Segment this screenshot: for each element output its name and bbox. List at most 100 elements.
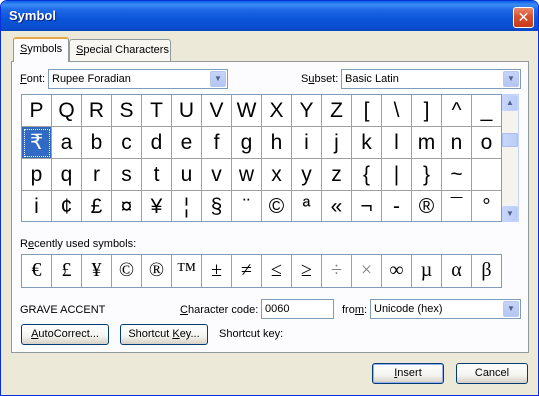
symbol-cell[interactable]: o: [472, 127, 501, 159]
symbol-cell[interactable]: °: [472, 191, 501, 221]
recent-symbol-cell[interactable]: α: [442, 255, 472, 287]
symbol-cell[interactable]: ¨: [232, 191, 262, 221]
recent-symbol-cell[interactable]: β: [472, 255, 501, 287]
recent-symbol-cell[interactable]: ™: [172, 255, 202, 287]
symbol-grid-scrollbar[interactable]: ▲ ▼: [502, 94, 519, 222]
symbol-cell[interactable]: ª: [292, 191, 322, 221]
symbol-cell[interactable]: £: [82, 191, 112, 221]
symbol-cell[interactable]: ©: [262, 191, 292, 221]
symbol-cell[interactable]: w: [232, 159, 262, 191]
symbol-cell[interactable]: }: [412, 159, 442, 191]
chevron-down-icon[interactable]: ▼: [210, 71, 226, 87]
symbol-cell[interactable]: ¯: [442, 191, 472, 221]
symbol-cell[interactable]: Q: [52, 95, 82, 127]
symbol-cell[interactable]: _: [472, 95, 501, 127]
cancel-button[interactable]: Cancel: [456, 363, 528, 384]
symbol-cell[interactable]: e: [172, 127, 202, 159]
symbol-cell[interactable]: q: [52, 159, 82, 191]
symbol-cell[interactable]: p: [22, 159, 52, 191]
scroll-thumb[interactable]: [502, 133, 518, 147]
recent-symbol-cell[interactable]: ∞: [382, 255, 412, 287]
recent-symbol-cell[interactable]: ≤: [262, 255, 292, 287]
tab-symbols[interactable]: Symbols: [13, 37, 69, 62]
symbol-cell[interactable]: l: [382, 127, 412, 159]
recent-symbols-row[interactable]: € £ ¥ © ® ™ ± ≠ ≤ ≥ ÷ × ∞ µ α β: [21, 254, 502, 288]
recent-symbol-cell[interactable]: ×: [352, 255, 382, 287]
symbol-cell[interactable]: §: [202, 191, 232, 221]
scroll-up-icon[interactable]: ▲: [502, 95, 518, 111]
symbol-cell[interactable]: b: [82, 127, 112, 159]
font-select[interactable]: Rupee Foradian ▼: [48, 69, 228, 89]
symbol-cell[interactable]: T: [142, 95, 172, 127]
symbol-cell[interactable]: j: [322, 127, 352, 159]
symbol-cell[interactable]: «: [322, 191, 352, 221]
recent-symbol-cell[interactable]: ©: [112, 255, 142, 287]
symbol-cell[interactable]: ¥: [142, 191, 172, 221]
symbol-cell[interactable]: t: [142, 159, 172, 191]
symbol-cell[interactable]: Z: [322, 95, 352, 127]
symbol-cell[interactable]: |: [382, 159, 412, 191]
symbol-cell[interactable]: g: [232, 127, 262, 159]
recent-symbol-cell[interactable]: ±: [202, 255, 232, 287]
symbol-cell[interactable]: d: [142, 127, 172, 159]
recent-symbol-cell[interactable]: ≥: [292, 255, 322, 287]
subset-select[interactable]: Basic Latin ▼: [341, 69, 521, 89]
symbol-cell[interactable]: f: [202, 127, 232, 159]
symbol-cell[interactable]: [: [352, 95, 382, 127]
symbol-cell[interactable]: \: [382, 95, 412, 127]
symbol-cell[interactable]: s: [112, 159, 142, 191]
tab-special-characters[interactable]: Special Characters: [69, 39, 171, 61]
from-select[interactable]: Unicode (hex) ▼: [370, 299, 521, 319]
symbol-cell[interactable]: ¦: [172, 191, 202, 221]
recent-symbol-cell[interactable]: µ: [412, 255, 442, 287]
symbol-cell[interactable]: x: [262, 159, 292, 191]
symbol-cell[interactable]: Y: [292, 95, 322, 127]
recent-symbol-cell[interactable]: ®: [142, 255, 172, 287]
symbol-cell[interactable]: i: [22, 191, 52, 221]
symbol-grid[interactable]: P Q R S T U V W X Y Z[\] ^ _ ₹ a b c d e f g h i j k l m n o p q r s t u v w…: [21, 94, 502, 222]
symbol-cell[interactable]: U: [172, 95, 202, 127]
chevron-down-icon[interactable]: ▼: [503, 71, 519, 87]
symbol-cell[interactable]: m: [412, 127, 442, 159]
symbol-cell[interactable]: ₹: [22, 127, 52, 159]
symbol-cell[interactable]: -: [382, 191, 412, 221]
symbol-cell[interactable]: c: [112, 127, 142, 159]
symbol-cell[interactable]: y: [292, 159, 322, 191]
symbol-cell[interactable]: n: [442, 127, 472, 159]
symbol-cell[interactable]: k: [352, 127, 382, 159]
symbol-cell[interactable]: ®: [412, 191, 442, 221]
autocorrect-button[interactable]: AutoCorrect...: [21, 324, 109, 345]
symbol-cell[interactable]: r: [82, 159, 112, 191]
symbol-cell[interactable]: ¤: [112, 191, 142, 221]
symbol-cell[interactable]: W: [232, 95, 262, 127]
symbol-cell[interactable]: ]: [412, 95, 442, 127]
symbol-cell[interactable]: X: [262, 95, 292, 127]
symbol-cell[interactable]: ~: [442, 159, 472, 191]
symbol-cell[interactable]: ¬: [352, 191, 382, 221]
symbol-cell[interactable]: z: [322, 159, 352, 191]
recent-symbol-cell[interactable]: €: [22, 255, 52, 287]
recent-symbol-cell[interactable]: ÷: [322, 255, 352, 287]
symbol-cell[interactable]: [472, 159, 501, 191]
symbol-cell[interactable]: u: [172, 159, 202, 191]
symbol-cell[interactable]: R: [82, 95, 112, 127]
recent-symbol-cell[interactable]: ≠: [232, 255, 262, 287]
symbol-cell[interactable]: S: [112, 95, 142, 127]
insert-button[interactable]: Insert: [372, 363, 444, 384]
symbol-cell[interactable]: ^: [442, 95, 472, 127]
shortcut-key-button[interactable]: Shortcut Key...: [120, 324, 208, 345]
close-icon[interactable]: ✕: [513, 7, 534, 28]
recent-symbol-cell[interactable]: £: [52, 255, 82, 287]
chevron-down-icon[interactable]: ▼: [503, 301, 519, 317]
symbol-cell[interactable]: i: [292, 127, 322, 159]
symbol-cell[interactable]: ¢: [52, 191, 82, 221]
symbol-cell[interactable]: a: [52, 127, 82, 159]
symbol-cell[interactable]: v: [202, 159, 232, 191]
recent-symbol-cell[interactable]: ¥: [82, 255, 112, 287]
title-bar[interactable]: Symbol ✕: [1, 1, 538, 31]
symbol-cell[interactable]: P: [22, 95, 52, 127]
symbol-cell[interactable]: h: [262, 127, 292, 159]
scroll-down-icon[interactable]: ▼: [502, 206, 518, 222]
symbol-cell[interactable]: {: [352, 159, 382, 191]
symbol-cell[interactable]: V: [202, 95, 232, 127]
